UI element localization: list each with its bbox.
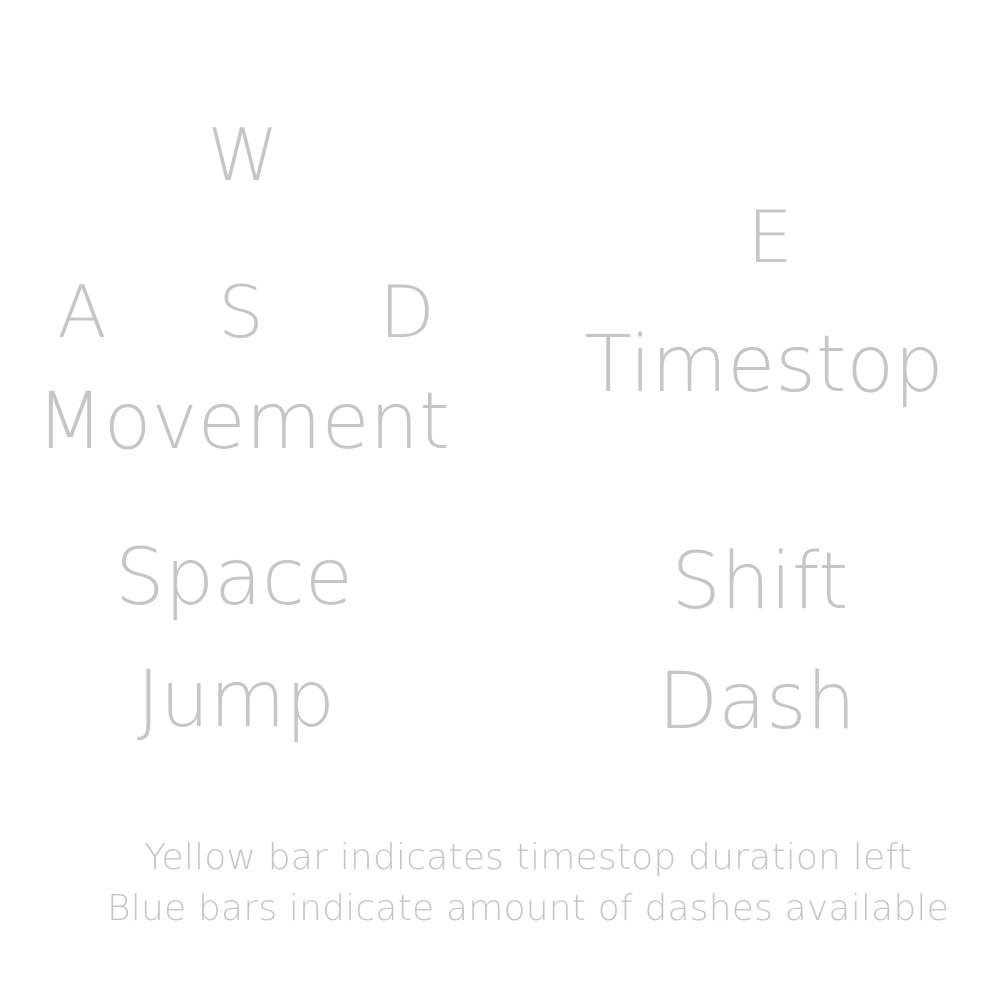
movement-label: Movement xyxy=(36,377,450,467)
dash-label: Dash xyxy=(658,657,856,747)
key-shift: Shift xyxy=(671,537,849,627)
timestop-bar-hint: Yellow bar indicates timestop duration l… xyxy=(144,837,912,878)
key-e: E xyxy=(747,195,793,279)
key-w: W xyxy=(207,113,279,197)
key-a: A xyxy=(57,270,107,354)
dash-bars-hint: Blue bars indicate amount of dashes avai… xyxy=(107,888,949,929)
controls-screen: W A S D Movement E Timestop Space Jump S… xyxy=(0,0,1000,1000)
timestop-label: Timestop xyxy=(584,320,944,410)
key-s: S xyxy=(218,270,264,354)
key-space: Space xyxy=(115,533,353,623)
key-d: D xyxy=(379,270,435,354)
jump-label: Jump xyxy=(137,655,335,745)
